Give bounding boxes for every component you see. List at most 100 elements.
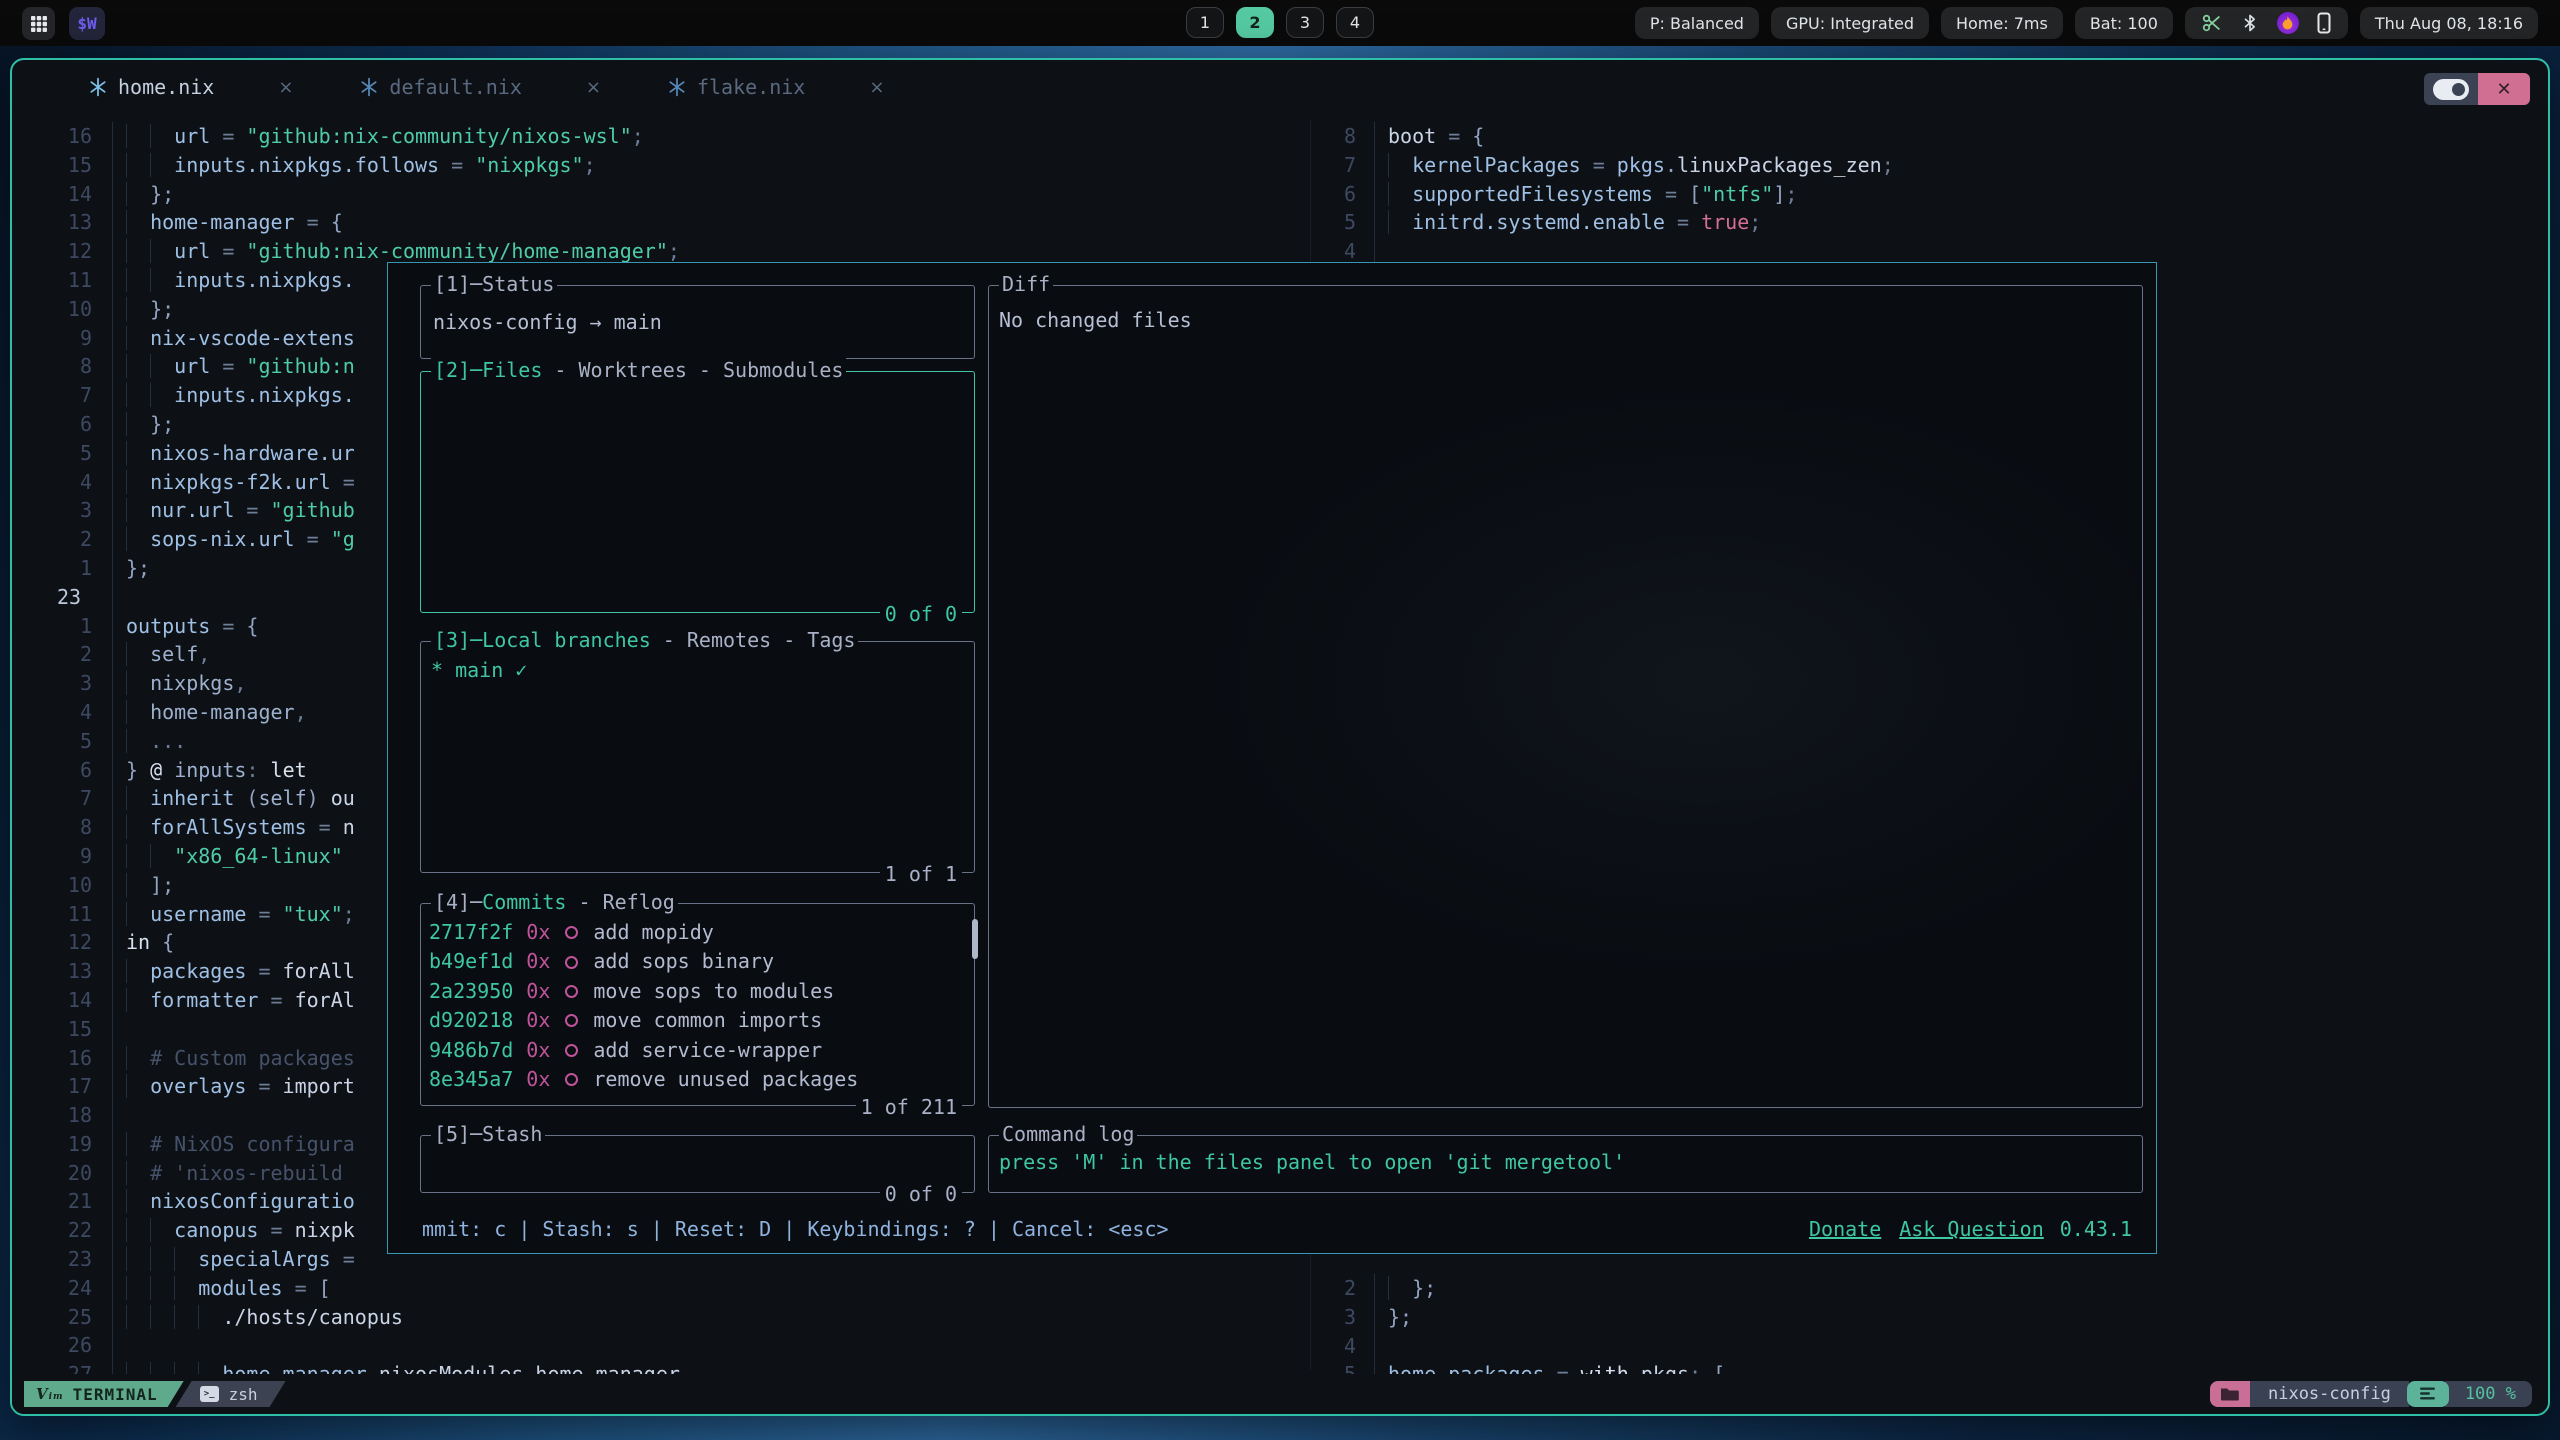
status-pills: P: BalancedGPU: IntegratedHome: 7msBat: … (1635, 7, 2173, 39)
lazygit-status-panel[interactable]: [1]─Status nixos-config → main (420, 285, 975, 359)
lazygit-stash-panel[interactable]: [5]─Stash 0 of 0 (420, 1135, 975, 1193)
line-number: 5 (12, 727, 92, 756)
editor-tab[interactable]: flake.nix × (667, 75, 884, 99)
tab-close-icon[interactable]: × (278, 77, 293, 98)
commit-row[interactable]: 2a239500xmove sops to modules (421, 977, 974, 1006)
line-number: 1 (12, 612, 92, 641)
commit-message: add sops binary (593, 947, 774, 976)
workspace-button[interactable]: 4 (1336, 7, 1374, 38)
line-number: 26 (12, 1331, 92, 1360)
code-line: 5 initrd.systemd.enable = true; (1310, 208, 2544, 237)
toggle-knob-icon (2433, 79, 2469, 100)
panel-key: [1]─ (434, 272, 482, 296)
commit-author: 0x (526, 1065, 550, 1094)
lazygit-branches-panel[interactable]: [3]─Local branches - Remotes - Tags * ma… (420, 641, 975, 873)
code-line: 6 supportedFilesystems = ["ntfs"]; (1310, 180, 2544, 209)
panel-title: Commits (482, 890, 566, 914)
lazygit-overlay: [1]─Status nixos-config → main [2]─Files… (387, 262, 2157, 1254)
workspace-button[interactable]: 1 (1186, 7, 1224, 38)
commit-message: remove unused packages (593, 1065, 858, 1094)
line-number: 7 (12, 381, 92, 410)
flame-icon[interactable] (2277, 12, 2299, 34)
repo-folder-segment (2210, 1381, 2250, 1407)
lazygit-version: 0.43.1 (2060, 1217, 2132, 1241)
workspace-button[interactable]: 3 (1286, 7, 1324, 38)
line-number: 3 (1310, 1303, 1356, 1332)
commit-message: add service-wrapper (593, 1036, 822, 1065)
line-number: 3 (12, 669, 92, 698)
right-pane-bottom: 2 };3};45home.packages = with pkgs; [ (1310, 1274, 2544, 1389)
tab-filename: flake.nix (697, 75, 805, 99)
line-number: 25 (12, 1303, 92, 1332)
window-manager-badge: $W (69, 7, 105, 40)
terminal-window: home.nix×default.nix×flake.nix× ✕ 16 url… (10, 58, 2550, 1416)
commits-scrollbar[interactable] (972, 919, 978, 959)
commit-row[interactable]: b49ef1d0xadd sops binary (421, 947, 974, 976)
scissors-icon[interactable] (2201, 12, 2223, 34)
line-number: 11 (12, 266, 92, 295)
line-number: 6 (12, 756, 92, 785)
bluetooth-icon[interactable] (2240, 12, 2260, 34)
commit-node-icon (565, 1073, 578, 1086)
ask-question-link[interactable]: Ask Question (1899, 1217, 2044, 1241)
donate-link[interactable]: Donate (1809, 1217, 1881, 1241)
lazygit-files-panel[interactable]: [2]─Files - Worktrees - Submodules 0 of … (420, 371, 975, 613)
commit-row[interactable]: 8e345a70xremove unused packages (421, 1065, 974, 1094)
code-line: 25 ./hosts/canopus (12, 1303, 1310, 1332)
phone-icon[interactable] (2316, 12, 2332, 34)
commit-hash: d920218 (429, 1006, 513, 1035)
pin-toggle[interactable] (2424, 73, 2478, 105)
commit-message: move common imports (593, 1006, 822, 1035)
commit-hash: 9486b7d (429, 1036, 513, 1065)
code-line: 13 home-manager = { (12, 208, 1310, 237)
line-number: 24 (12, 1274, 92, 1303)
commit-row[interactable]: 2717f2f0xadd mopidy (421, 918, 974, 947)
line-number: 15 (12, 1015, 92, 1044)
line-number: 9 (12, 324, 92, 353)
terminal-icon: >_ (200, 1386, 219, 1402)
diff-content: No changed files (989, 286, 2142, 332)
commit-row[interactable]: 9486b7d0xadd service-wrapper (421, 1036, 974, 1065)
tab-close-icon[interactable]: × (869, 77, 884, 98)
commit-row[interactable]: d9202180xmove common imports (421, 1006, 974, 1035)
panel-title: Stash (482, 1122, 542, 1146)
line-number: 6 (1310, 180, 1356, 209)
code-line: 26 (12, 1331, 1310, 1360)
commit-message: move sops to modules (593, 977, 834, 1006)
line-number: 23 (12, 1245, 92, 1274)
status-pill: Home: 7ms (1941, 7, 2063, 39)
editor-tab[interactable]: home.nix × (88, 75, 293, 99)
files-count: 0 of 0 (880, 602, 962, 626)
editor-tab[interactable]: default.nix× (359, 75, 601, 99)
line-number: 4 (12, 698, 92, 727)
tab-close-icon[interactable]: × (586, 77, 601, 98)
panel-tabs: - Worktrees - Submodules (542, 358, 843, 382)
panel-key: [5]─ (434, 1122, 482, 1146)
line-number: 2 (1310, 1274, 1356, 1303)
app-launcher-button[interactable] (22, 7, 55, 40)
lazygit-commits-panel[interactable]: [4]─Commits - Reflog 2717f2f0xadd mopidy… (420, 903, 975, 1106)
panel-key: [3]─ (434, 628, 482, 652)
panel-title: Command log (1002, 1122, 1134, 1146)
panel-key: [2]─ (434, 358, 482, 382)
lazygit-diff-panel[interactable]: Diff No changed files (988, 285, 2143, 1108)
line-number: 8 (1310, 122, 1356, 151)
window-close-button[interactable]: ✕ (2478, 73, 2530, 105)
top-bar: $W 1234 P: BalancedGPU: IntegratedHome: … (0, 0, 2560, 46)
workspace-button[interactable]: 2 (1236, 7, 1274, 38)
panel-title: Status (482, 272, 554, 296)
commit-node-icon (565, 985, 578, 998)
tab-filename: home.nix (118, 75, 214, 99)
line-number: 10 (12, 295, 92, 324)
apps-grid-icon (30, 15, 48, 33)
commits-count: 1 of 211 (856, 1095, 962, 1119)
line-number: 19 (12, 1130, 92, 1159)
keybindings-hint: mmit: c | Stash: s | Reset: D | Keybindi… (422, 1217, 1169, 1241)
status-pill: P: Balanced (1635, 7, 1759, 39)
commit-hash: 2717f2f (429, 918, 513, 947)
code-line: 2 }; (1310, 1274, 2544, 1303)
panel-tabs: - Remotes - Tags (651, 628, 856, 652)
line-number: 20 (12, 1159, 92, 1188)
lazygit-command-log-panel[interactable]: Command log press 'M' in the files panel… (988, 1135, 2143, 1193)
code-line: 7 kernelPackages = pkgs.linuxPackages_ze… (1310, 151, 2544, 180)
